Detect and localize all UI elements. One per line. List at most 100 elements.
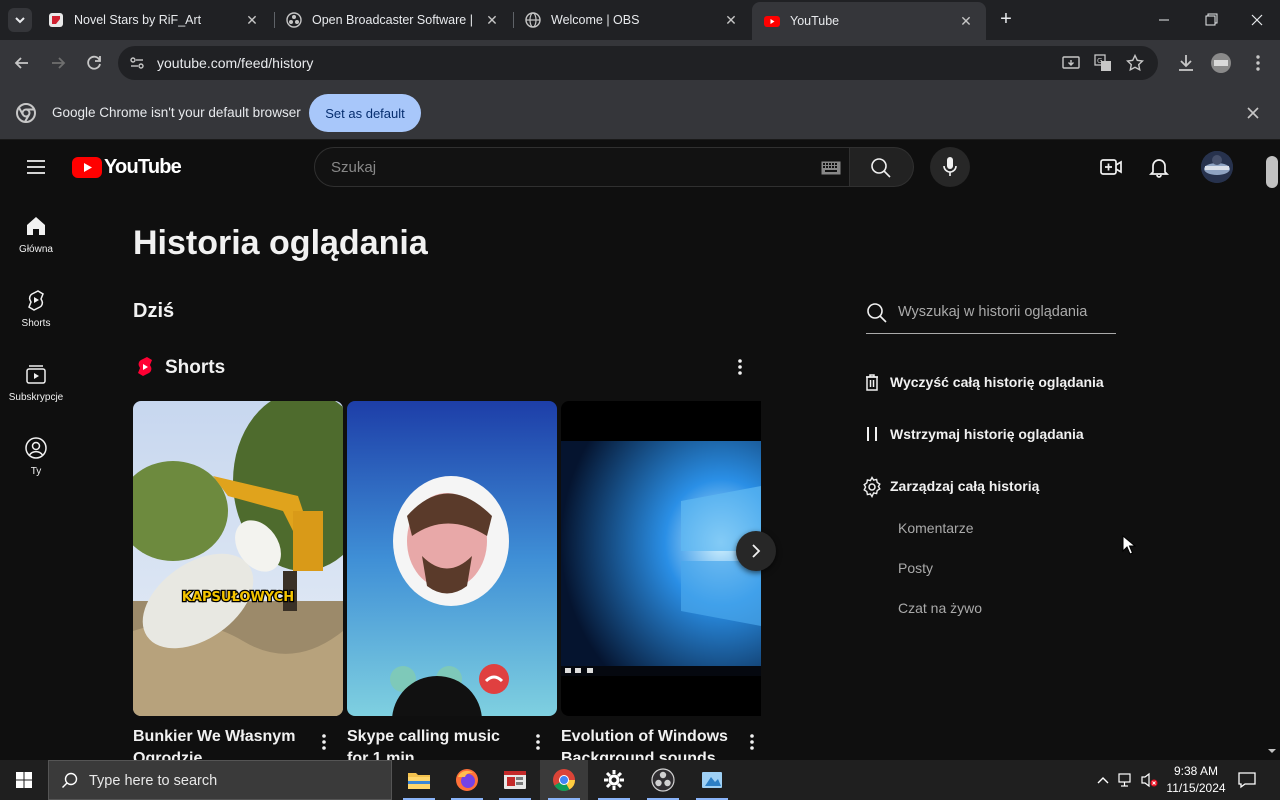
notifications-icon[interactable] bbox=[1238, 771, 1256, 789]
posts-link[interactable]: Posty bbox=[898, 560, 933, 576]
create-video-icon[interactable] bbox=[1099, 155, 1123, 179]
pause-history-button[interactable]: Wstrzymaj historię oglądania bbox=[890, 426, 1084, 442]
short-thumbnail-1[interactable]: KAPSUŁOWYCH bbox=[133, 401, 343, 716]
search-input[interactable]: Szukaj bbox=[314, 147, 850, 187]
reload-button[interactable] bbox=[83, 52, 105, 74]
shorts-next-button[interactable] bbox=[736, 531, 776, 571]
firefox-icon bbox=[456, 769, 478, 791]
set-as-default-button[interactable]: Set as default bbox=[309, 94, 421, 132]
trash-icon[interactable] bbox=[862, 372, 882, 392]
nav-label: Shorts bbox=[21, 318, 51, 329]
youtube-page: YouTube Szukaj Główna Shorts Subskrypcje… bbox=[0, 140, 1264, 760]
voice-search-button[interactable] bbox=[930, 147, 970, 187]
tab-novel-stars[interactable]: Novel Stars by RiF_Art ✕ bbox=[36, 0, 272, 40]
page-scrollbar[interactable] bbox=[1264, 140, 1280, 760]
chevron-down-icon bbox=[15, 17, 25, 24]
profile-button[interactable] bbox=[1210, 52, 1232, 74]
short-title-2[interactable]: Skype calling music for 1 min bbox=[347, 726, 517, 760]
taskbar-app-red[interactable] bbox=[491, 760, 539, 800]
translate-icon[interactable]: G bbox=[1094, 54, 1112, 72]
mouse-cursor-icon bbox=[1122, 535, 1136, 555]
tab-title: YouTube bbox=[790, 14, 840, 28]
shorts-section-heading: Shorts bbox=[165, 357, 226, 378]
account-avatar[interactable] bbox=[1201, 151, 1233, 183]
arrow-right-icon bbox=[52, 57, 66, 69]
scrollbar-thumb[interactable] bbox=[1266, 156, 1278, 188]
network-icon[interactable] bbox=[1118, 772, 1136, 788]
youtube-logo-icon bbox=[72, 156, 102, 178]
install-app-icon[interactable] bbox=[1062, 54, 1080, 72]
volume-muted-icon[interactable] bbox=[1141, 772, 1159, 788]
address-bar[interactable]: youtube.com/feed/history G bbox=[118, 46, 1158, 80]
pause-icon[interactable] bbox=[862, 424, 882, 444]
tab-obs-project[interactable]: Open Broadcaster Software | OB ✕ bbox=[274, 0, 512, 40]
taskbar-file-explorer[interactable] bbox=[395, 760, 443, 800]
close-tab-icon[interactable]: ✕ bbox=[723, 12, 739, 28]
forward-button[interactable] bbox=[47, 52, 69, 74]
tab-welcome-obs[interactable]: Welcome | OBS ✕ bbox=[513, 0, 751, 40]
profile-avatar-icon bbox=[1211, 53, 1231, 73]
account-circle-icon bbox=[25, 437, 47, 459]
nav-item-home[interactable]: Główna bbox=[0, 214, 72, 255]
notifications-bell-icon[interactable] bbox=[1147, 155, 1171, 179]
scroll-down-arrow-icon[interactable] bbox=[1266, 746, 1278, 756]
thumbnail-image bbox=[561, 401, 761, 716]
show-hidden-icons-chevron-icon[interactable] bbox=[1096, 774, 1110, 786]
short-more-options-icon[interactable] bbox=[742, 732, 762, 752]
back-button[interactable] bbox=[11, 52, 33, 74]
windows-logo-icon bbox=[16, 772, 32, 788]
site-settings-icon[interactable] bbox=[128, 54, 146, 72]
taskbar-firefox[interactable] bbox=[443, 760, 491, 800]
download-icon bbox=[1179, 55, 1193, 71]
minimize-button[interactable] bbox=[1150, 8, 1178, 32]
bookmark-star-icon[interactable] bbox=[1126, 54, 1144, 72]
comments-link[interactable]: Komentarze bbox=[898, 520, 973, 536]
app-window-icon bbox=[702, 772, 722, 788]
short-more-options-icon[interactable] bbox=[528, 732, 548, 752]
chrome-icon bbox=[553, 769, 575, 791]
restore-button[interactable] bbox=[1197, 8, 1225, 32]
gear-icon[interactable] bbox=[861, 476, 883, 498]
close-tab-icon[interactable]: ✕ bbox=[958, 13, 974, 29]
shorts-more-options-icon[interactable] bbox=[730, 357, 750, 377]
new-tab-button[interactable]: + bbox=[996, 9, 1016, 30]
close-infobar-icon[interactable] bbox=[1246, 106, 1260, 120]
chrome-menu-button[interactable] bbox=[1247, 52, 1269, 74]
nav-item-subscriptions[interactable]: Subskrypcje bbox=[0, 362, 72, 403]
close-window-button[interactable] bbox=[1243, 8, 1271, 32]
downloads-button[interactable] bbox=[1175, 52, 1197, 74]
youtube-logo[interactable]: YouTube bbox=[72, 154, 182, 180]
tab-search-button[interactable] bbox=[8, 8, 32, 32]
clear-history-button[interactable]: Wyczyść całą historię oglądania bbox=[890, 374, 1104, 390]
keyboard-icon[interactable] bbox=[821, 161, 841, 175]
short-title-1[interactable]: Bunkier We Własnym Ogrodzie bbox=[133, 726, 303, 760]
taskbar-obs[interactable] bbox=[639, 760, 687, 800]
shorts-icon bbox=[28, 290, 44, 311]
live-chat-link[interactable]: Czat na żywo bbox=[898, 600, 982, 616]
short-thumbnail-3[interactable] bbox=[561, 401, 761, 716]
section-today-heading: Dziś bbox=[133, 300, 175, 322]
chrome-logo-icon bbox=[16, 103, 36, 123]
short-more-options-icon[interactable] bbox=[314, 732, 334, 752]
start-button[interactable] bbox=[0, 760, 48, 800]
search-button[interactable] bbox=[850, 147, 914, 187]
short-thumbnail-2[interactable] bbox=[347, 401, 557, 716]
close-tab-icon[interactable]: ✕ bbox=[484, 12, 500, 28]
manage-history-button[interactable]: Zarządzaj całą historią bbox=[890, 478, 1039, 494]
taskbar-app-blue[interactable] bbox=[688, 760, 736, 800]
home-icon bbox=[27, 217, 45, 235]
close-tab-icon[interactable]: ✕ bbox=[244, 12, 260, 28]
default-browser-infobar: Google Chrome isn't your default browser… bbox=[0, 86, 1280, 140]
nav-item-you[interactable]: Ty bbox=[0, 436, 72, 477]
app-window-icon bbox=[504, 771, 526, 789]
hamburger-menu-icon[interactable] bbox=[24, 155, 48, 179]
taskbar-settings[interactable] bbox=[590, 760, 638, 800]
tab-youtube[interactable]: YouTube ✕ bbox=[752, 2, 986, 40]
taskbar-chrome[interactable] bbox=[540, 760, 588, 800]
taskbar-search-box[interactable]: Type here to search bbox=[48, 760, 392, 800]
close-icon bbox=[1251, 14, 1263, 26]
nav-item-shorts[interactable]: Shorts bbox=[0, 288, 72, 329]
taskbar-clock[interactable]: 9:38 AM 11/15/2024 bbox=[1162, 763, 1230, 797]
history-search-input[interactable]: Wyszukaj w historii oglądania bbox=[866, 290, 1116, 334]
short-title-3[interactable]: Evolution of Windows Background sounds bbox=[561, 726, 731, 760]
